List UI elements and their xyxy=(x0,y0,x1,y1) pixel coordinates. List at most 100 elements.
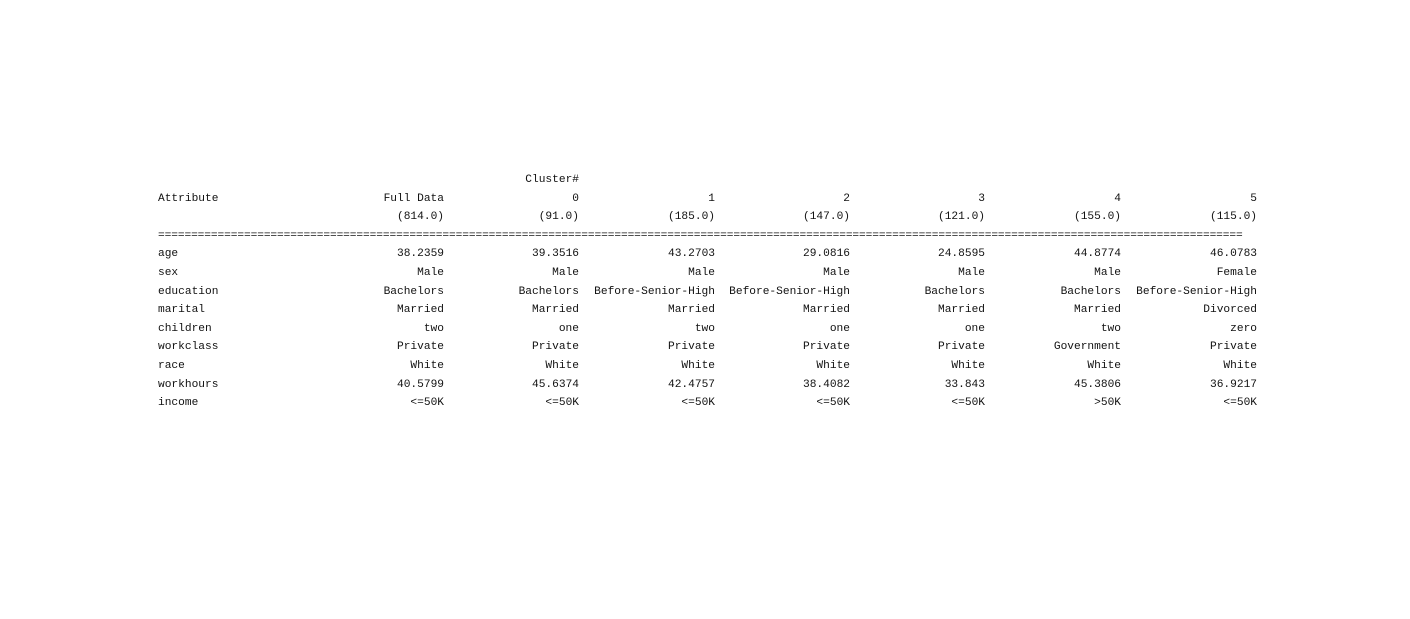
value-full-data: Male xyxy=(417,266,444,279)
value-cluster-4: Government xyxy=(1053,341,1121,354)
value-cluster-2: Before-Senior-High xyxy=(729,285,850,298)
attribute-header: Attribute xyxy=(158,192,219,205)
value-cluster-0: 45.6374 xyxy=(532,378,579,391)
column-header-full-data: Full Data xyxy=(383,192,444,205)
value-cluster-2: 29.0816 xyxy=(803,248,850,261)
value-cluster-3: 33.843 xyxy=(944,378,985,391)
table-row: workhours 40.5799 45.6374 42.4757 38.4082 33.… xyxy=(158,376,1258,395)
column-header-cluster-2: 2 xyxy=(843,192,850,205)
value-cluster-3: Married xyxy=(938,304,985,317)
value-full-data: White xyxy=(410,359,444,372)
attribute-name: marital xyxy=(158,304,205,317)
value-full-data: Bachelors xyxy=(383,285,444,298)
cluster-output-table: Cluster# Attribute Full Data 0 1 2 3 4 5… xyxy=(158,171,1258,413)
count-cluster-3: (121.0) xyxy=(938,211,985,224)
value-full-data: two xyxy=(423,322,444,335)
value-cluster-5: Private xyxy=(1210,341,1257,354)
column-header-cluster-5: 5 xyxy=(1250,192,1257,205)
value-cluster-0: Private xyxy=(532,341,579,354)
column-header-cluster-0: 0 xyxy=(572,192,579,205)
table-row: children two one two one one two zero xyxy=(158,320,1258,339)
value-full-data: 40.5799 xyxy=(397,378,444,391)
table-row: marital Married Married Married Married Marri… xyxy=(158,301,1258,320)
value-cluster-2: Married xyxy=(803,304,850,317)
value-cluster-4: >50K xyxy=(1094,397,1121,410)
value-cluster-2: White xyxy=(816,359,850,372)
value-cluster-2: one xyxy=(829,322,850,335)
value-cluster-1: Private xyxy=(668,341,715,354)
count-cluster-5: (115.0) xyxy=(1210,211,1257,224)
value-cluster-4: two xyxy=(1100,322,1121,335)
value-cluster-3: one xyxy=(964,322,985,335)
attribute-rows: age 38.2359 39.3516 43.2703 29.0816 24.8595 44… xyxy=(158,245,1258,412)
value-cluster-4: 44.8774 xyxy=(1074,248,1121,261)
attribute-name: income xyxy=(158,397,199,410)
value-cluster-3: <=50K xyxy=(951,397,985,410)
value-cluster-4: 45.3806 xyxy=(1074,378,1121,391)
value-cluster-1: Married xyxy=(668,304,715,317)
value-cluster-3: Male xyxy=(958,266,985,279)
table-row: workclass Private Private Private Private Pri… xyxy=(158,338,1258,357)
value-cluster-0: Bachelors xyxy=(518,285,579,298)
value-cluster-5: White xyxy=(1223,359,1257,372)
value-full-data: Private xyxy=(397,341,444,354)
value-cluster-3: White xyxy=(951,359,985,372)
column-header-cluster-1: 1 xyxy=(708,192,715,205)
value-cluster-1: two xyxy=(694,322,715,335)
value-full-data: 38.2359 xyxy=(397,248,444,261)
value-full-data: <=50K xyxy=(410,397,444,410)
count-cluster-0: (91.0) xyxy=(538,211,579,224)
attribute-name: race xyxy=(158,359,185,372)
value-cluster-5: zero xyxy=(1230,322,1257,335)
count-cluster-2: (147.0) xyxy=(803,211,850,224)
value-cluster-3: Bachelors xyxy=(924,285,985,298)
value-cluster-4: White xyxy=(1087,359,1121,372)
column-header-cluster-3: 3 xyxy=(978,192,985,205)
table-row: race White White White White White White White xyxy=(158,357,1258,376)
table-row: income <=50K <=50K <=50K <=50K <=50K >50K <=50K xyxy=(158,394,1258,413)
attribute-name: workclass xyxy=(158,341,219,354)
attribute-name: sex xyxy=(158,266,179,279)
count-full-data: (814.0) xyxy=(397,211,444,224)
value-cluster-4: Married xyxy=(1074,304,1121,317)
cluster-header-row: Cluster# xyxy=(158,171,1258,190)
value-cluster-1: White xyxy=(681,359,715,372)
attribute-name: workhours xyxy=(158,378,219,391)
value-cluster-0: <=50K xyxy=(545,397,579,410)
value-cluster-5: <=50K xyxy=(1223,397,1257,410)
value-cluster-0: Male xyxy=(552,266,579,279)
table-row: education Bachelors Bachelors Before-Senior… xyxy=(158,283,1258,302)
value-cluster-2: Private xyxy=(803,341,850,354)
value-cluster-5: Before-Senior-High xyxy=(1136,285,1257,298)
count-cluster-1: (185.0) xyxy=(668,211,715,224)
value-cluster-2: Male xyxy=(823,266,850,279)
column-header-row: Attribute Full Data 0 1 2 3 4 5 xyxy=(158,190,1258,209)
value-cluster-0: 39.3516 xyxy=(532,248,579,261)
value-cluster-1: 43.2703 xyxy=(668,248,715,261)
table-row: sex Male Male Male Male Male Male Female xyxy=(158,264,1258,283)
attribute-name: education xyxy=(158,285,219,298)
attribute-name: age xyxy=(158,248,179,261)
value-cluster-1: Before-Senior-High xyxy=(594,285,715,298)
separator-line: ========================================… xyxy=(158,229,1243,242)
value-cluster-0: one xyxy=(558,322,579,335)
value-cluster-1: 42.4757 xyxy=(668,378,715,391)
value-cluster-0: White xyxy=(545,359,579,372)
value-cluster-1: <=50K xyxy=(681,397,715,410)
count-cluster-4: (155.0) xyxy=(1074,211,1121,224)
attribute-name: children xyxy=(158,322,212,335)
value-cluster-2: <=50K xyxy=(816,397,850,410)
value-cluster-5: Divorced xyxy=(1203,304,1257,317)
column-header-cluster-4: 4 xyxy=(1114,192,1121,205)
table-row: age 38.2359 39.3516 43.2703 29.0816 24.8595 44… xyxy=(158,245,1258,264)
value-cluster-3: 24.8595 xyxy=(938,248,985,261)
value-cluster-5: 36.9217 xyxy=(1210,378,1257,391)
value-cluster-0: Married xyxy=(532,304,579,317)
value-cluster-2: 38.4082 xyxy=(803,378,850,391)
cluster-number-label: Cluster# xyxy=(525,174,579,186)
value-cluster-4: Male xyxy=(1094,266,1121,279)
count-row: (814.0) (91.0) (185.0) (147.0) (121.0) (… xyxy=(158,208,1258,227)
value-cluster-5: Female xyxy=(1216,266,1257,279)
value-cluster-5: 46.0783 xyxy=(1210,248,1257,261)
value-full-data: Married xyxy=(397,304,444,317)
